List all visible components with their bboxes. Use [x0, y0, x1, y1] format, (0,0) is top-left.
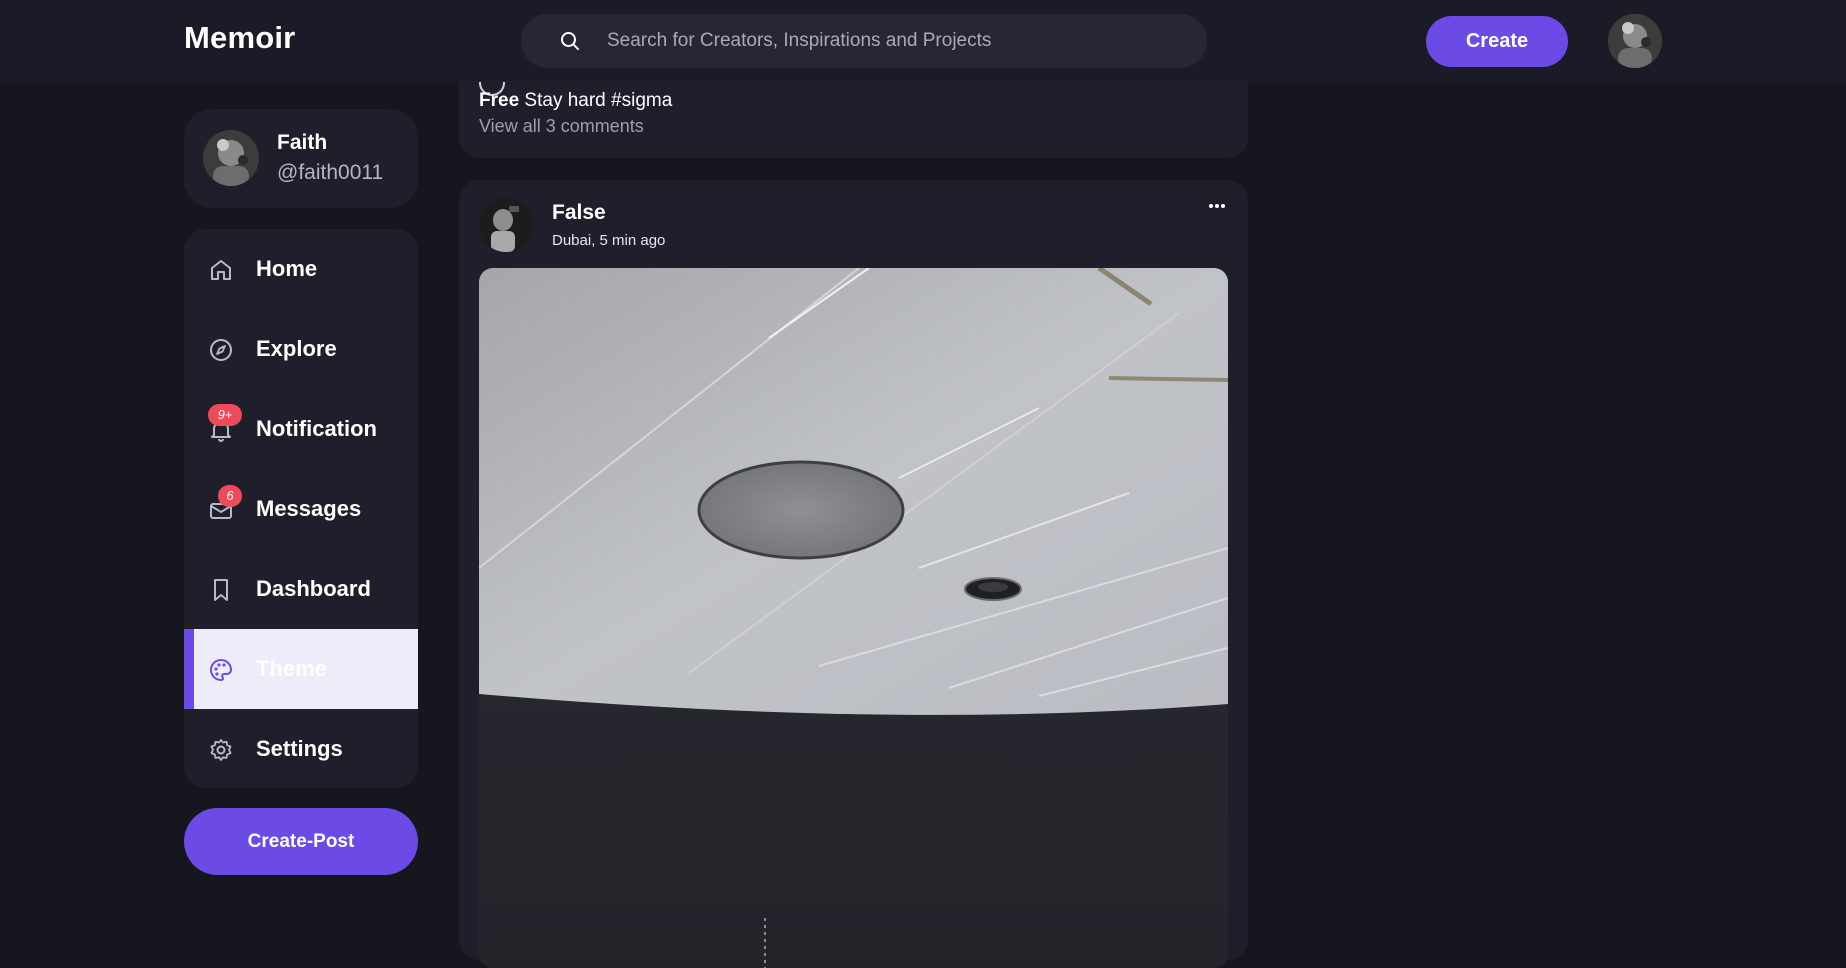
more-horizontal-icon[interactable]: [1200, 194, 1234, 218]
create-button[interactable]: Create: [1426, 16, 1568, 67]
avatar: [203, 130, 259, 186]
caption-author[interactable]: Free: [479, 90, 519, 111]
post-meta: Dubai, 5 min ago: [552, 232, 666, 249]
messages-badge: 6: [218, 485, 242, 507]
profile-name: Faith: [277, 131, 328, 154]
sidebar-item-label: Messages: [256, 496, 362, 521]
post-photo: [479, 268, 1228, 968]
profile-card[interactable]: Faith @faith0011: [184, 109, 418, 208]
sidebar-item-theme[interactable]: Theme: [184, 629, 418, 709]
search-icon: [561, 32, 579, 50]
post-image[interactable]: [479, 268, 1228, 968]
create-post-button[interactable]: Create-Post: [184, 808, 418, 875]
sidebar-item-dashboard[interactable]: Dashboard: [184, 549, 418, 629]
user-avatar[interactable]: [1608, 14, 1662, 68]
avatar[interactable]: [479, 198, 533, 252]
sidebar-item-settings[interactable]: Settings: [184, 709, 418, 788]
sidebar-item-label: Dashboard: [256, 576, 371, 601]
sidebar-item-label: Explore: [256, 336, 337, 361]
top-bar: Memoir Create: [0, 0, 1846, 81]
bookmark-icon: [214, 579, 228, 601]
avatar-image: [203, 130, 259, 186]
palette-icon: [210, 658, 233, 682]
sidebar-item-messages[interactable]: 6 Messages: [184, 469, 418, 549]
sidebar-item-home[interactable]: Home: [184, 229, 418, 309]
post-card: False Dubai, 5 min ago: [459, 180, 1248, 968]
sidebar-item-notification[interactable]: 9+ Notification: [184, 389, 418, 469]
profile-handle: @faith0011: [277, 161, 384, 184]
gear-icon: [210, 739, 232, 761]
avatar-image: [479, 198, 533, 252]
view-comments-link[interactable]: View all 3 comments: [479, 116, 644, 137]
sidebar-item-label: Notification: [256, 416, 377, 441]
post-author[interactable]: False: [552, 201, 606, 225]
post-caption: Free Stay hard #sigma: [479, 90, 672, 112]
avatar-image: [1608, 14, 1662, 68]
sidebar-item-explore[interactable]: Explore: [184, 309, 418, 389]
sidebar-item-label: Theme: [256, 656, 327, 681]
notification-badge: 9+: [208, 404, 242, 426]
search-input[interactable]: [607, 14, 1187, 68]
sidebar-item-label: Settings: [256, 736, 343, 761]
search-bar[interactable]: [521, 14, 1207, 68]
compass-icon: [210, 339, 232, 361]
home-icon: [211, 260, 231, 280]
sidebar-nav: Home Explore 9+ Notification 6 Messages …: [184, 229, 418, 788]
caption-text: Stay hard #sigma: [524, 90, 673, 111]
sidebar-item-label: Home: [256, 256, 318, 281]
app-logo[interactable]: Memoir: [184, 20, 295, 56]
